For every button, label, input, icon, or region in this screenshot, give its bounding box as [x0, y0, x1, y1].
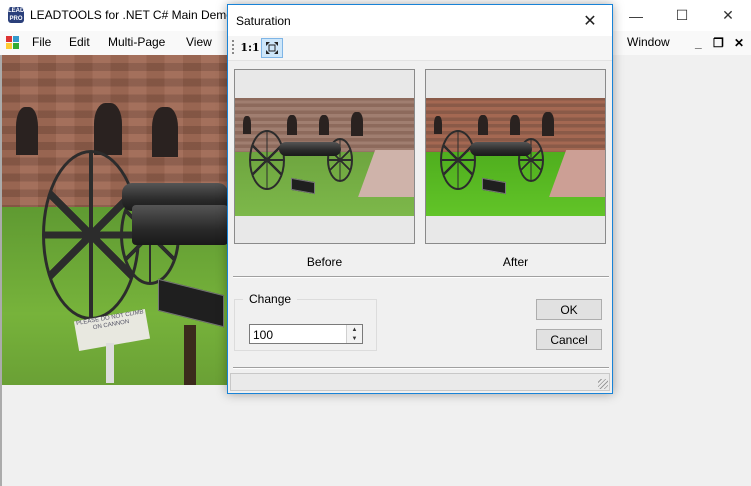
cancel-button[interactable]: Cancel: [536, 329, 602, 350]
change-groupbox: Change 100 ▲ ▼: [234, 292, 377, 351]
mdi-child-icon[interactable]: [6, 36, 20, 50]
menu-multi-page[interactable]: Multi-Page: [108, 35, 165, 49]
toolbar-grip[interactable]: [232, 40, 234, 56]
actual-size-button[interactable]: 1:1: [240, 38, 260, 56]
before-preview[interactable]: [234, 69, 415, 244]
after-preview[interactable]: [425, 69, 606, 244]
menu-edit[interactable]: Edit: [69, 35, 90, 49]
mdi-restore-button[interactable]: ❐: [713, 36, 724, 50]
wall-window: [16, 107, 38, 155]
spin-down-button[interactable]: ▼: [347, 334, 362, 343]
minimize-button[interactable]: —: [613, 0, 659, 31]
menu-window[interactable]: Window: [627, 35, 670, 49]
after-label: After: [502, 255, 529, 269]
close-button[interactable]: ✕: [705, 0, 751, 31]
fit-icon: [266, 42, 278, 54]
main-window-title: LEADTOOLS for .NET C# Main Demo: [30, 8, 233, 22]
saturation-dialog: Saturation ✕ 1:1 Before After Change 100…: [227, 4, 613, 394]
sign-post: [106, 343, 114, 383]
after-image: [426, 98, 605, 216]
leadtools-app-icon: LEAD PRO: [8, 7, 25, 23]
status-bar: [230, 373, 610, 391]
dialog-title: Saturation: [236, 14, 291, 28]
separator: [233, 367, 609, 369]
maximize-button[interactable]: ☐: [659, 0, 705, 31]
separator: [233, 276, 609, 278]
before-image: [235, 98, 414, 216]
main-image-view[interactable]: PLEASE DO NOT CLIMB ON CANNON: [2, 55, 228, 385]
dialog-close-button[interactable]: ✕: [568, 5, 612, 36]
before-label: Before: [306, 255, 343, 269]
fence-post: [184, 325, 196, 385]
preview-toolbar: 1:1: [228, 36, 612, 61]
change-value-input[interactable]: 100: [253, 328, 273, 342]
menu-view[interactable]: View: [186, 35, 212, 49]
change-value-spinner[interactable]: 100 ▲ ▼: [249, 324, 363, 344]
wall-window: [94, 103, 122, 155]
change-group-label: Change: [243, 292, 298, 306]
menu-file[interactable]: File: [32, 35, 51, 49]
wall-window: [152, 107, 178, 157]
mdi-minimize-button[interactable]: _: [695, 36, 702, 50]
dialog-title-bar: Saturation ✕: [228, 5, 612, 36]
ok-button[interactable]: OK: [536, 299, 602, 320]
fit-to-window-button[interactable]: [261, 38, 283, 58]
spinner-buttons: ▲ ▼: [346, 325, 362, 343]
mdi-close-button[interactable]: ✕: [734, 36, 744, 50]
size-grip-icon[interactable]: [598, 379, 608, 389]
cannon-carriage: [132, 205, 228, 245]
